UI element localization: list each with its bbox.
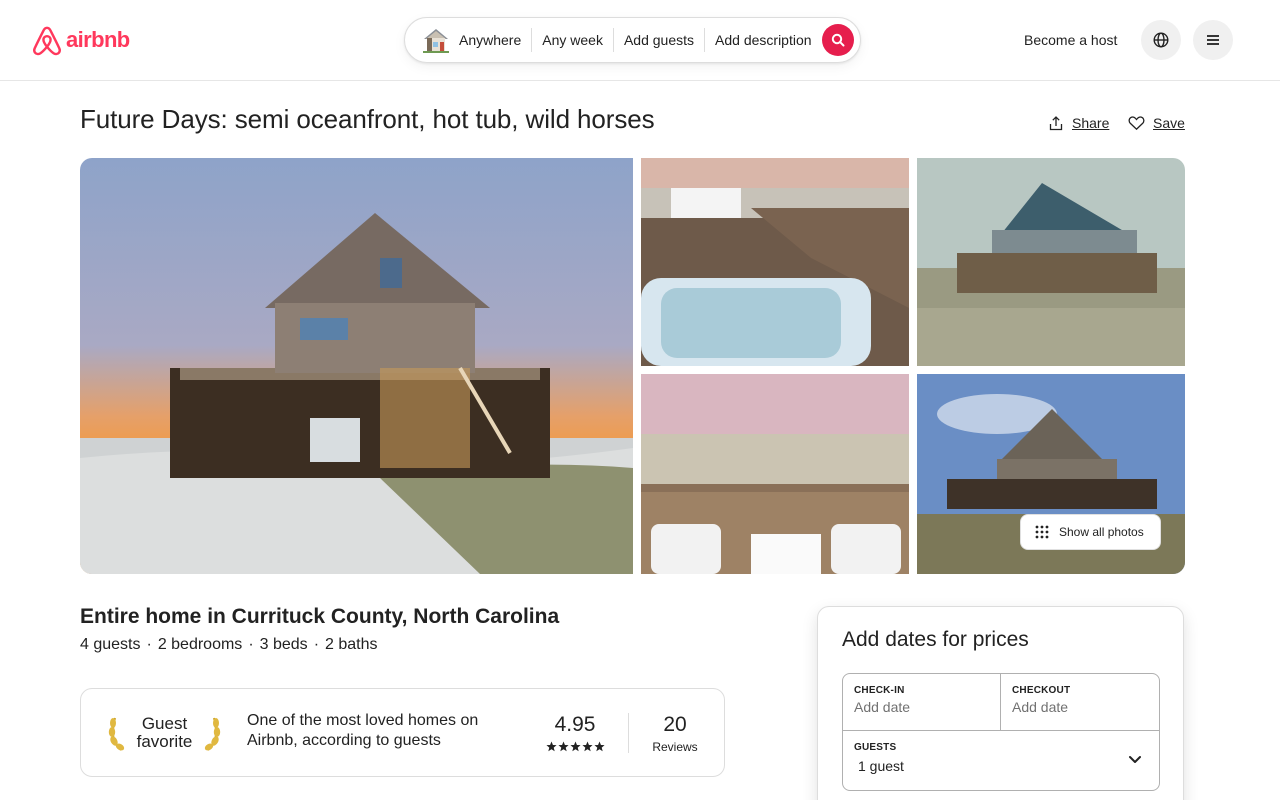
hot-tub-photo[interactable] <box>641 158 909 366</box>
detail-separator: · <box>146 636 152 653</box>
detail-separator: · <box>313 636 320 653</box>
beach-house-photo <box>80 158 633 574</box>
star-icon <box>569 741 581 752</box>
reviews-link[interactable]: 20 Reviews <box>647 713 703 754</box>
share-button[interactable]: Share <box>1048 113 1109 133</box>
search-who[interactable]: Add guests <box>614 28 704 52</box>
airbnb-logo-icon <box>33 26 61 56</box>
save-button[interactable]: Save <box>1128 113 1185 133</box>
guest-favorite-label-line1: Guest <box>141 714 188 733</box>
guests-dropdown[interactable]: GUESTS 1 guest <box>843 730 1159 790</box>
laurel-left-icon <box>108 717 125 751</box>
checkout-value: Add date <box>1012 699 1069 715</box>
search-icon <box>831 33 845 47</box>
star-icon <box>581 741 593 752</box>
save-label: Save <box>1153 115 1185 131</box>
deck-chairs-photo <box>641 374 909 574</box>
rating-value: 4.95 <box>554 713 596 736</box>
date-guest-picker: CHECK-IN Add date CHECKOUT Add date GUES… <box>842 673 1160 791</box>
grid-dots-icon <box>1035 525 1049 539</box>
hamburger-menu-icon <box>1207 35 1219 45</box>
search-button[interactable] <box>822 24 854 56</box>
guest-favorite-badge: Guest favorite <box>107 711 222 755</box>
checkout-label: CHECKOUT <box>1012 685 1071 696</box>
rating-divider <box>628 713 629 753</box>
house-exterior-photo[interactable] <box>917 158 1185 366</box>
show-all-photos-button[interactable]: Show all photos <box>1020 514 1161 550</box>
rating-stars <box>545 741 605 752</box>
hot-tub-deck-photo <box>641 158 909 366</box>
guests-value: 1 guest <box>858 758 904 774</box>
star-icon <box>545 741 557 752</box>
globe-icon <box>1153 32 1169 48</box>
listing-details: 4 guests · 2 bedrooms · 3 beds · 2 baths <box>80 636 378 654</box>
search-when[interactable]: Any week <box>532 28 613 52</box>
detail-separator: · <box>248 636 254 653</box>
share-icon <box>1049 116 1063 131</box>
language-button[interactable] <box>1141 20 1181 60</box>
checkin-label: CHECK-IN <box>854 685 905 696</box>
laurel-right-icon <box>204 717 221 751</box>
guests-label: GUESTS <box>854 742 897 753</box>
heart-icon <box>1128 116 1145 131</box>
airbnb-logo[interactable]: airbnb <box>32 24 130 56</box>
checkout-field[interactable]: CHECKOUT Add date <box>1001 674 1159 730</box>
detail-guests: 4 guests <box>80 636 141 653</box>
checkin-field[interactable]: CHECK-IN Add date <box>843 674 1001 730</box>
show-all-photos-label: Show all photos <box>1059 525 1144 539</box>
listing-subtitle: Entire home in Currituck County, North C… <box>80 605 560 628</box>
guest-favorite-card[interactable]: Guest favorite One of the most loved hom… <box>80 688 725 777</box>
detail-baths: 2 baths <box>325 636 378 653</box>
booking-title: Add dates for prices <box>842 628 1029 651</box>
become-host-link[interactable]: Become a host <box>1012 28 1129 52</box>
share-label: Share <box>1072 115 1110 131</box>
chevron-down-icon <box>1129 756 1141 763</box>
listing-title: Future Days: semi oceanfront, hot tub, w… <box>80 104 655 134</box>
guest-favorite-label-line2: favorite <box>136 732 193 751</box>
house-icon <box>423 29 449 53</box>
top-header: airbnb Anywhere Any week Add guests Add … <box>0 0 1280 81</box>
guest-favorite-label: Guest favorite <box>137 715 193 751</box>
star-icon <box>593 741 605 752</box>
star-icon <box>557 741 569 752</box>
house-daytime-photo <box>917 158 1185 366</box>
detail-bedrooms: 2 bedrooms <box>157 636 243 653</box>
detail-beds: 3 beds <box>259 636 308 653</box>
main-photo[interactable] <box>80 158 633 574</box>
guest-favorite-description: One of the most loved homes on Airbnb, a… <box>247 712 479 749</box>
rating-block: 4.95 <box>545 713 605 752</box>
reviews-count: 20 <box>663 713 687 736</box>
booking-card: Add dates for prices CHECK-IN Add date C… <box>817 606 1184 800</box>
search-bar[interactable]: Anywhere Any week Add guests Add descrip… <box>404 17 861 63</box>
checkin-value: Add date <box>854 699 911 715</box>
search-description[interactable]: Add description <box>705 28 822 52</box>
search-where[interactable]: Anywhere <box>459 28 531 52</box>
deck-view-photo[interactable] <box>641 374 909 574</box>
logo-wordmark: airbnb <box>66 27 130 52</box>
reviews-label: Reviews <box>652 740 698 754</box>
main-menu-button[interactable] <box>1193 20 1233 60</box>
